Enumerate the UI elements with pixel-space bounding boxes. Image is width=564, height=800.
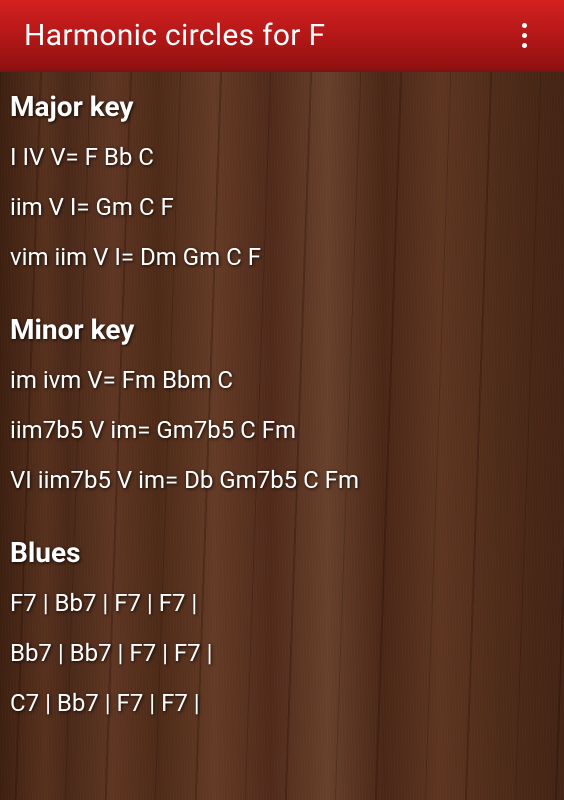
content-area: Major key I IV V= F Bb C iim V I= Gm C F… [0,72,564,800]
progression-line: VI iim7b5 V im= Db Gm7b5 C Fm [10,466,554,494]
progression-line: F7 | Bb7 | F7 | F7 | [10,589,554,617]
progression-line: C7 | Bb7 | F7 | F7 | [10,689,554,717]
page-title: Harmonic circles for F [24,18,325,53]
more-vert-icon [522,43,527,48]
progression-line: Bb7 | Bb7 | F7 | F7 | [10,639,554,667]
progression-line: im ivm V= Fm Bbm C [10,366,554,394]
app-header: Harmonic circles for F [0,0,564,72]
section-heading-minor: Minor key [10,313,554,346]
progression-line: I IV V= F Bb C [10,143,554,171]
progression-line: iim V I= Gm C F [10,193,554,221]
progression-line: vim iim V I= Dm Gm C F [10,243,554,271]
more-vert-icon [522,23,527,28]
section-heading-major: Major key [10,90,554,123]
section-heading-blues: Blues [10,536,554,569]
more-vert-icon [522,33,527,38]
progression-line: iim7b5 V im= Gm7b5 C Fm [10,416,554,444]
overflow-menu-button[interactable] [504,15,544,55]
